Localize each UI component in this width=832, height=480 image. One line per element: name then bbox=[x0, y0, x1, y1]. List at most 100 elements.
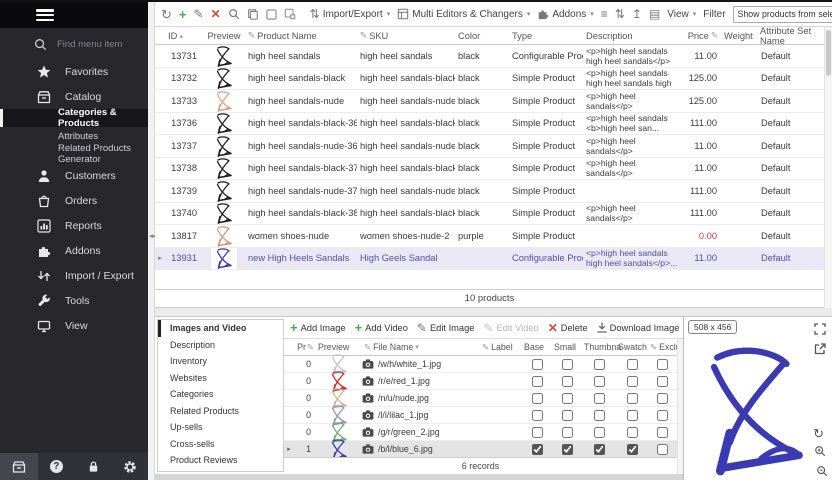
rotate-button[interactable]: ↻ bbox=[813, 426, 824, 442]
exclude-checkbox[interactable] bbox=[657, 427, 668, 438]
add-video-button[interactable]: +Add Video bbox=[355, 321, 408, 334]
zoom-in-button[interactable] bbox=[814, 444, 826, 462]
category-filter-select[interactable]: Show products from selected categories▾ bbox=[733, 6, 832, 23]
small-checkbox[interactable] bbox=[562, 359, 573, 370]
swatch-checkbox[interactable] bbox=[627, 410, 638, 421]
swatch-checkbox[interactable] bbox=[627, 444, 638, 455]
column-header-sku[interactable]: ✎SKU bbox=[357, 30, 455, 41]
product-row[interactable]: ▸ 13931 new High Heels Sandals High Geel… bbox=[155, 248, 824, 271]
fullscreen-button[interactable] bbox=[814, 322, 826, 340]
sidebar-item-view[interactable]: View bbox=[0, 313, 148, 338]
collapse-rows-button[interactable]: ↥ bbox=[632, 8, 642, 20]
swatch-checkbox[interactable] bbox=[627, 359, 638, 370]
refresh-button[interactable]: ↻ bbox=[161, 8, 172, 21]
column-header-attribute-set[interactable]: Attribute Set Name bbox=[757, 26, 824, 46]
menu-search-input[interactable] bbox=[55, 38, 141, 51]
scrollbar-thumb[interactable] bbox=[826, 30, 831, 76]
column-header-file-name[interactable]: ✎File Name▾ bbox=[362, 342, 480, 353]
swatch-checkbox[interactable] bbox=[627, 393, 638, 404]
hamburger-menu-icon[interactable] bbox=[36, 9, 54, 21]
small-checkbox[interactable] bbox=[562, 393, 573, 404]
copy-button[interactable] bbox=[247, 8, 259, 20]
add-product-button[interactable]: + bbox=[179, 8, 187, 21]
edit-video-button[interactable]: ✎Edit Video bbox=[483, 322, 538, 334]
exclude-checkbox[interactable] bbox=[657, 444, 668, 455]
column-header-thumbnail[interactable]: Thumbna bbox=[582, 342, 616, 352]
column-header-product-name[interactable]: ✎Product Name bbox=[245, 30, 357, 41]
edit-product-button[interactable]: ✎ bbox=[194, 8, 204, 20]
expand-rows-button[interactable]: ⇅ bbox=[615, 8, 625, 20]
edit-image-button[interactable]: ✎Edit Image bbox=[417, 322, 475, 334]
thumbnail-checkbox[interactable] bbox=[594, 393, 605, 404]
sidebar-item-orders[interactable]: Orders bbox=[0, 188, 148, 213]
column-header-price[interactable]: Price✎ bbox=[681, 30, 721, 41]
sidebar-item-tools[interactable]: Tools bbox=[0, 288, 148, 313]
search-button[interactable] bbox=[228, 8, 240, 20]
sidebar-item-reports[interactable]: Reports bbox=[0, 213, 148, 238]
thumbnail-checkbox[interactable] bbox=[594, 376, 605, 387]
column-header-exclude[interactable]: ✎Exclude bbox=[648, 342, 676, 353]
products-scrollbar[interactable] bbox=[824, 27, 832, 308]
small-checkbox[interactable] bbox=[562, 444, 573, 455]
detail-tab[interactable]: Cross-sells bbox=[158, 436, 283, 453]
expand-arrow-icon[interactable]: ▸ bbox=[287, 446, 291, 453]
sidebar-item-catalog[interactable]: Catalog bbox=[0, 84, 148, 109]
sort-button[interactable]: ≡ bbox=[601, 8, 608, 20]
product-row[interactable]: 13736 high heel sandals-black-36 high he… bbox=[155, 113, 824, 136]
import-export-menu[interactable]: ⇅ Import/Export▾ bbox=[310, 8, 391, 20]
delete-product-button[interactable]: ✕ bbox=[211, 8, 221, 20]
thumbnail-checkbox[interactable] bbox=[594, 427, 605, 438]
sidebar-item-categories-products[interactable]: Categories & Products bbox=[0, 109, 148, 127]
sidebar-item-import-export[interactable]: Import / Export bbox=[0, 263, 148, 288]
sidebar-item-customers[interactable]: Customers bbox=[0, 163, 148, 188]
column-header-priority[interactable]: Pr✎ bbox=[294, 342, 316, 353]
base-checkbox[interactable] bbox=[532, 410, 543, 421]
column-header-small[interactable]: Small bbox=[552, 342, 582, 352]
help-button[interactable]: ? bbox=[38, 453, 75, 480]
detail-tab[interactable]: Categories bbox=[158, 386, 283, 403]
product-row[interactable]: 13737 high heel sandals-nude-36 high hee… bbox=[155, 135, 824, 158]
product-row[interactable]: 13740 high heel sandals-black-38 high he… bbox=[155, 203, 824, 226]
product-row[interactable]: 13817 women shoes-nude women shoes-nude-… bbox=[155, 225, 824, 248]
thumbnail-checkbox[interactable] bbox=[594, 410, 605, 421]
exclude-checkbox[interactable] bbox=[657, 393, 668, 404]
small-checkbox[interactable] bbox=[562, 427, 573, 438]
column-header-swatch[interactable]: Swatch bbox=[616, 342, 648, 352]
detail-tab[interactable]: Up-sells bbox=[158, 419, 283, 436]
exclude-checkbox[interactable] bbox=[657, 359, 668, 370]
delete-image-button[interactable]: ✕Delete bbox=[548, 322, 588, 334]
image-row[interactable]: ▸ 1 /b/l/blue_6.jpg bbox=[284, 441, 677, 458]
sidebar-splitter[interactable]: ◂▸ bbox=[148, 2, 155, 480]
download-image-button[interactable]: Download Image bbox=[597, 322, 680, 333]
detail-tab[interactable]: Description bbox=[158, 337, 283, 354]
sidebar-item-favorites[interactable]: Favorites bbox=[0, 59, 148, 84]
column-header-label[interactable]: ✎Label bbox=[480, 342, 522, 353]
base-checkbox[interactable] bbox=[532, 427, 543, 438]
base-checkbox[interactable] bbox=[532, 393, 543, 404]
product-row[interactable]: 13739 high heel sandals-nude-37 high hee… bbox=[155, 180, 824, 203]
add-image-button[interactable]: +Add Image bbox=[290, 321, 346, 334]
base-checkbox[interactable] bbox=[532, 444, 543, 455]
thumbnail-checkbox[interactable] bbox=[594, 359, 605, 370]
detail-tab[interactable]: Inventory bbox=[158, 353, 283, 370]
addons-menu[interactable]: Addons▾ bbox=[537, 8, 593, 20]
open-external-button[interactable] bbox=[814, 342, 826, 360]
view-menu[interactable]: View▾ bbox=[667, 9, 696, 20]
swatch-checkbox[interactable] bbox=[627, 376, 638, 387]
zoom-out-button[interactable] bbox=[816, 464, 828, 480]
column-header-preview[interactable]: Preview bbox=[203, 31, 245, 41]
column-header-type[interactable]: Type bbox=[509, 31, 583, 41]
base-checkbox[interactable] bbox=[532, 376, 543, 387]
grid-export-button[interactable]: ▤ bbox=[649, 8, 660, 20]
lock-button[interactable] bbox=[75, 453, 112, 480]
column-header-id[interactable]: ID▴ bbox=[165, 31, 203, 41]
column-header-color[interactable]: Color bbox=[455, 31, 509, 41]
exclude-checkbox[interactable] bbox=[657, 376, 668, 387]
product-row[interactable]: 13733 high heel sandals-nude high heel s… bbox=[155, 90, 824, 113]
detail-tab[interactable]: Images and Video bbox=[158, 320, 283, 337]
product-row[interactable]: 13732 high heel sandals-black high heel … bbox=[155, 68, 824, 91]
detail-tab[interactable]: Websites bbox=[158, 370, 283, 387]
settings-button[interactable] bbox=[111, 453, 148, 480]
small-checkbox[interactable] bbox=[562, 410, 573, 421]
expand-arrow-icon[interactable]: ▸ bbox=[158, 255, 162, 262]
